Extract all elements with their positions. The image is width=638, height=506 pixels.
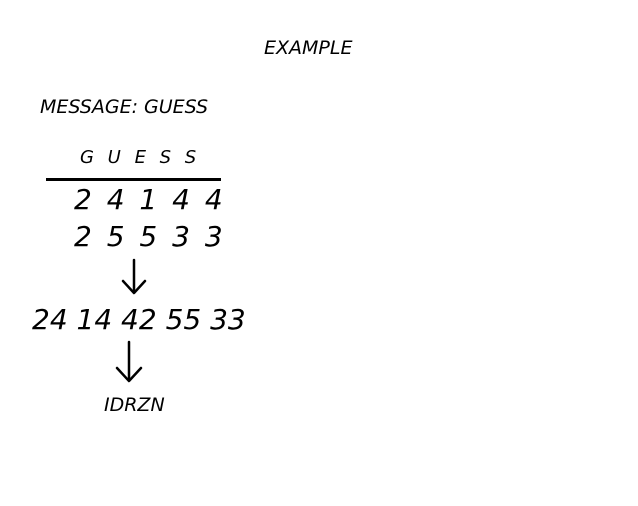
coordinate-pairs: 24 14 42 55 33: [32, 303, 246, 336]
down-arrow-icon: [115, 340, 143, 383]
message-label: MESSAGE: GUESS: [40, 96, 209, 118]
diagram-title: EXAMPLE: [264, 37, 353, 59]
plaintext-letters: G U E S S: [80, 147, 201, 168]
column-coordinates: 2 5 5 3 3: [74, 220, 226, 253]
down-arrow-icon: [121, 258, 147, 295]
ciphertext-result: IDRZN: [104, 394, 165, 416]
row-coordinates: 2 4 1 4 4: [74, 183, 226, 216]
divider-line: [46, 178, 221, 181]
